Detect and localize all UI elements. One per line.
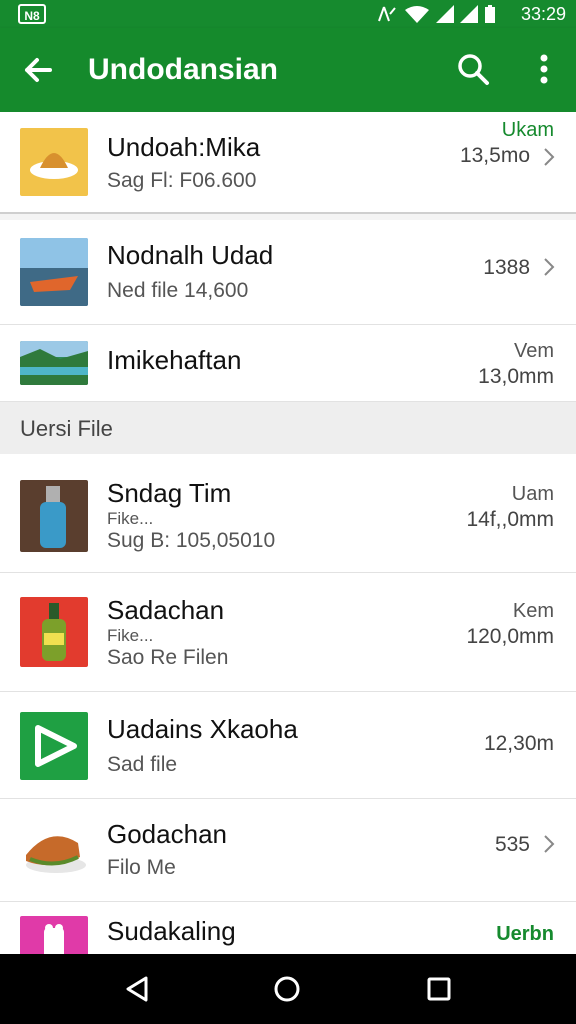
list-item[interactable]: Godachan Filo Me 535: [0, 799, 576, 902]
item-tag: Uam: [511, 483, 554, 505]
list-item[interactable]: Nodnalh Udad Ned file 14,600 1388: [0, 220, 576, 325]
list-item[interactable]: Sndag Tim Fike... Sug B: 105,05010 Uam 1…: [0, 454, 576, 573]
status-bar: N8 33:29: [0, 0, 576, 28]
more-vert-icon[interactable]: [530, 52, 558, 86]
sandwich-thumbnail: [20, 817, 88, 885]
item-detail: Filo Me: [107, 856, 176, 879]
cell-icon: [460, 5, 478, 23]
item-name: Nodnalh Udad: [107, 240, 274, 270]
status-icons: [376, 5, 496, 23]
item-detail: Sug B: 105,05010: [107, 529, 276, 552]
lake-thumbnail: [20, 341, 88, 385]
chevron-right-icon: [544, 835, 555, 853]
bottle-thumbnail: [20, 597, 88, 667]
item-subtitle: Sag Fl: F06.600: [107, 169, 257, 192]
item-subtitle: Ned file 14,600: [107, 279, 249, 302]
item-size: 535: [494, 833, 530, 856]
item-size: 12,30m: [483, 732, 554, 755]
item-size: 14f,,0mm: [466, 508, 554, 531]
list-item[interactable]: Sudakaling Uerbn: [0, 902, 576, 962]
item-name: Sudakaling: [107, 916, 236, 946]
item-detail: Sao Re Filen: [107, 646, 229, 669]
notification-badge: N8: [18, 4, 46, 24]
wifi-icon: [405, 6, 429, 23]
system-nav-bar: [0, 954, 576, 1024]
arrow-back-icon[interactable]: [20, 52, 56, 88]
item-name: Sadachan: [107, 595, 225, 625]
food-bowl-thumbnail: [20, 128, 88, 196]
item-size: 120,0mm: [466, 625, 554, 648]
bottle-thumbnail: [20, 480, 88, 552]
nav-home-icon[interactable]: [272, 974, 302, 1004]
item-detail: Sad file: [107, 753, 178, 776]
item-tag: Uerbn: [496, 923, 554, 945]
item-name: Sndag Tim: [107, 478, 232, 508]
list-item[interactable]: Imikehaftan Vem 13,0mm: [0, 325, 576, 402]
signal-icon: [378, 6, 396, 22]
page-title: Undodansian: [88, 53, 279, 86]
item-size: 13,0mm: [478, 365, 554, 388]
app-toolbar: Undodansian: [0, 28, 576, 112]
item-name: Undoah:Mika: [107, 132, 261, 162]
section-header: Uersi File: [0, 402, 576, 454]
file-list: Undoah:Mika Sag Fl: F06.600 Ukam 13,5mo …: [0, 112, 576, 962]
battery-icon: [485, 5, 495, 23]
list-item[interactable]: Undoah:Mika Sag Fl: F06.600 Ukam 13,5mo: [0, 112, 576, 214]
nav-back-icon[interactable]: [122, 974, 152, 1004]
item-name: Imikehaftan: [107, 345, 242, 375]
cell-icon: [436, 5, 454, 23]
item-tag: Kem: [512, 600, 554, 622]
chevron-right-icon: [544, 258, 555, 276]
item-tag: Vem: [513, 340, 554, 362]
item-size: 1388: [483, 256, 530, 279]
item-size: 13,5mo: [459, 144, 530, 167]
chevron-right-icon: [544, 148, 555, 166]
search-icon[interactable]: [456, 52, 490, 86]
section-title: Uersi File: [20, 416, 113, 441]
nav-recents-icon[interactable]: [424, 974, 454, 1004]
item-tag: Ukam: [501, 119, 554, 141]
landscape-thumbnail: [20, 238, 88, 306]
item-name: Godachan: [107, 819, 227, 849]
list-item[interactable]: Uadains Xkaoha Sad file 12,30m: [0, 692, 576, 799]
item-name: Uadains Xkaoha: [107, 714, 298, 744]
play-app-icon: [20, 712, 88, 780]
clock: 33:29: [520, 4, 566, 24]
list-item[interactable]: Sadachan Fike... Sao Re Filen Kem 120,0m…: [0, 573, 576, 692]
